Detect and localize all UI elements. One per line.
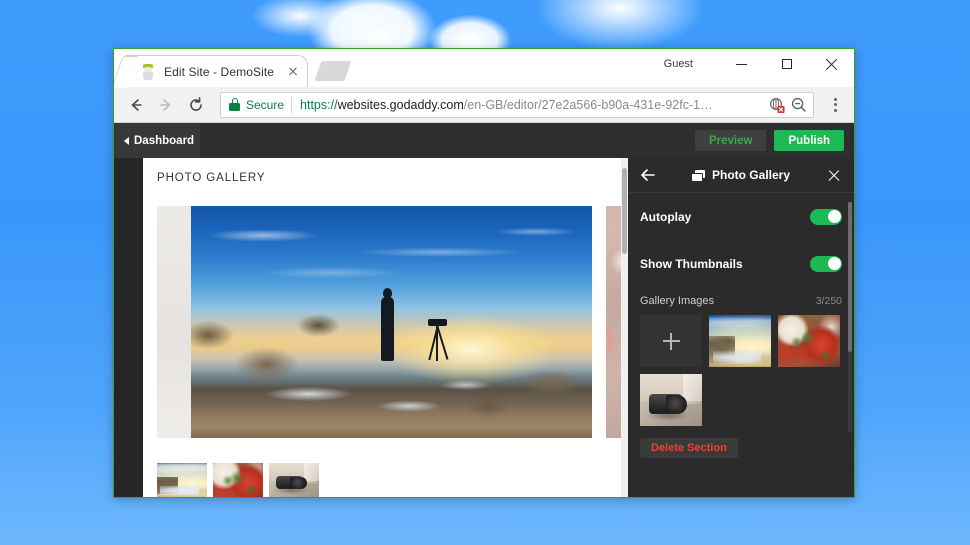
carousel-current-slide[interactable] — [191, 206, 592, 438]
panel-close-icon[interactable] — [824, 165, 844, 185]
new-tab-button[interactable] — [314, 61, 352, 81]
gallery-images-count: 3/250 — [815, 295, 842, 307]
lock-icon — [229, 98, 240, 111]
window-maximize-button[interactable] — [764, 49, 809, 79]
blocked-content-icon[interactable] — [767, 95, 787, 115]
setting-row-show-thumbnails: Show Thumbnails — [640, 240, 842, 287]
carousel-thumbnail-2[interactable] — [269, 463, 319, 497]
carousel-thumbnail-1[interactable] — [213, 463, 263, 497]
setting-row-autoplay: Autoplay — [640, 193, 842, 240]
back-arrow-icon[interactable] — [122, 91, 150, 119]
autoplay-label: Autoplay — [640, 209, 692, 224]
preview-button[interactable]: Preview — [694, 130, 767, 151]
dashboard-button[interactable]: Dashboard — [114, 123, 200, 158]
gallery-images-label: Gallery Images — [640, 295, 714, 307]
zoom-out-icon[interactable] — [789, 95, 809, 115]
panel-scrollbar[interactable] — [848, 202, 852, 432]
profile-chip[interactable]: Guest — [658, 56, 699, 72]
gallery-image-2[interactable] — [640, 374, 702, 426]
plus-icon — [662, 332, 680, 350]
browser-window: Edit Site - DemoSite Guest Secure https:… — [113, 48, 855, 498]
dashboard-label: Dashboard — [134, 134, 195, 147]
photo-gallery-carousel[interactable] — [143, 206, 628, 438]
url-scheme: https:// — [300, 97, 338, 112]
panel-scrollbar-thumb[interactable] — [848, 202, 852, 352]
gallery-images-header: Gallery Images 3/250 — [640, 295, 842, 307]
browser-nav-bar: Secure https://websites.godaddy.com/en-G… — [114, 87, 854, 123]
editor-toolbar: Dashboard Preview Publish — [114, 123, 854, 158]
add-image-tile[interactable] — [640, 315, 702, 367]
omnibox-divider — [291, 96, 293, 113]
page-section-title: PHOTO GALLERY — [157, 172, 266, 184]
reload-icon[interactable] — [182, 91, 210, 119]
godaddy-favicon-icon — [140, 63, 156, 80]
url-text: https://websites.godaddy.com/en-GB/edito… — [300, 98, 765, 112]
browser-title-bar: Edit Site - DemoSite Guest — [114, 49, 854, 87]
panel-body: Autoplay Show Thumbnails Gallery Images … — [628, 193, 854, 497]
show-thumbnails-label: Show Thumbnails — [640, 256, 743, 271]
editor-left-rail — [114, 158, 143, 497]
forward-arrow-icon — [152, 91, 180, 119]
tab-close-icon[interactable] — [285, 64, 301, 80]
autoplay-toggle[interactable] — [810, 208, 842, 225]
security-label: Secure — [246, 97, 285, 112]
canvas-scrollbar-thumb[interactable] — [622, 168, 627, 254]
gallery-image-0[interactable] — [709, 315, 771, 367]
editor-canvas: PHOTO GALLERY — [143, 158, 628, 497]
window-controls: Guest — [658, 49, 854, 79]
panel-back-arrow-icon[interactable] — [638, 165, 658, 185]
desktop-clouds — [0, 0, 970, 52]
photo-gallery-settings-panel: Photo Gallery Autoplay Show Thumbnails G… — [628, 158, 854, 497]
canvas-scrollbar[interactable] — [621, 158, 628, 497]
window-minimize-button[interactable] — [719, 49, 764, 79]
tab-title: Edit Site - DemoSite — [164, 64, 275, 79]
gallery-icon — [691, 169, 705, 181]
url-path: /en-GB/editor/27e2a566-b90a-431e-92fc-1… — [463, 97, 713, 112]
editor-body: PHOTO GALLERY Photo Gallery Autoplay Sho… — [114, 158, 854, 497]
panel-title: Photo Gallery — [711, 168, 791, 182]
show-thumbnails-toggle[interactable] — [810, 255, 842, 272]
window-close-button[interactable] — [809, 49, 854, 79]
publish-button[interactable]: Publish — [774, 130, 844, 151]
panel-title-group: Photo Gallery — [658, 168, 824, 182]
carousel-prev-peek[interactable] — [157, 206, 191, 438]
editor-app: Dashboard Preview Publish PHOTO GALLERY — [114, 123, 854, 497]
three-dots-menu-icon[interactable] — [824, 91, 846, 119]
carousel-thumbnail-strip — [157, 463, 319, 497]
panel-header: Photo Gallery — [628, 158, 854, 193]
caret-left-icon — [124, 136, 129, 145]
gallery-image-1[interactable] — [778, 315, 840, 367]
delete-section-button[interactable]: Delete Section — [640, 438, 738, 458]
gallery-image-grid — [640, 315, 842, 426]
omnibox[interactable]: Secure https://websites.godaddy.com/en-G… — [220, 91, 814, 118]
toolbar-actions: Preview Publish — [694, 123, 844, 158]
image-photographer-sunset-mountain — [191, 206, 592, 438]
browser-tab[interactable]: Edit Site - DemoSite — [125, 55, 308, 87]
url-host: websites.godaddy.com — [337, 97, 464, 112]
carousel-thumbnail-0[interactable] — [157, 463, 207, 497]
